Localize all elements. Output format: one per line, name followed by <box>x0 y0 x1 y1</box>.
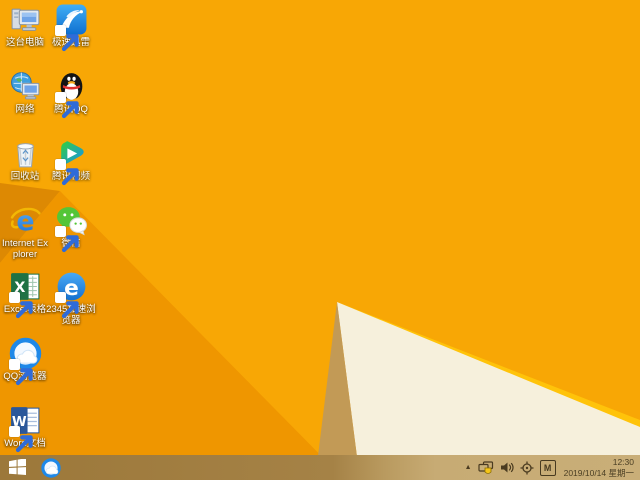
pc-security-status-icon[interactable] <box>477 455 494 480</box>
clock-date: 2019/10/14 星期一 <box>563 467 634 478</box>
desktop-icon-label: 网络 <box>15 104 35 115</box>
xunlei-icon <box>54 3 88 52</box>
volume-icon[interactable] <box>500 455 514 480</box>
shortcut-arrow-icon <box>54 226 79 253</box>
desktop-icon-tencent-video[interactable]: 腾讯视频 <box>46 137 96 186</box>
windows-logo-icon <box>8 459 26 476</box>
desktop-icon-2345-browser[interactable]: e 2345加速浏览器 <box>46 270 96 327</box>
2345-browser-icon: e <box>54 270 88 319</box>
system-tray: ▲ M 12:30 2019/10/14 星期一 <box>465 455 638 480</box>
ime-indicator[interactable]: M <box>539 459 556 476</box>
desktop-icon-network[interactable]: 网络 <box>0 70 50 116</box>
start-button[interactable] <box>0 455 34 480</box>
qq-penguin-icon <box>54 70 88 119</box>
shortcut-arrow-icon <box>8 426 33 453</box>
qq-browser-icon <box>41 457 61 478</box>
qq-browser-icon <box>8 337 42 386</box>
show-hidden-icons-button[interactable]: ▲ <box>465 455 472 480</box>
desktop-icon-label: 回收站 <box>10 171 40 182</box>
desktop-icon-wechat[interactable]: 微信 <box>46 204 96 253</box>
desktop-icon-excel[interactable]: X Excel表格 <box>0 270 50 319</box>
desktop-icon-label: 这台电脑 <box>5 37 44 48</box>
desktop-icon-tencent-qq[interactable]: 腾讯QQ <box>46 70 96 119</box>
word-icon: W <box>8 404 42 453</box>
shortcut-arrow-icon <box>54 25 79 52</box>
recycle-bin-icon <box>9 137 42 170</box>
shortcut-arrow-icon <box>8 292 33 319</box>
network-icon <box>9 70 42 103</box>
wechat-icon <box>54 204 88 253</box>
crosshair-icon[interactable] <box>520 455 534 480</box>
excel-icon: X <box>8 270 42 319</box>
desktop-icon-this-pc[interactable]: 这台电脑 <box>0 3 50 49</box>
shortcut-arrow-icon <box>54 92 79 119</box>
desktop-icon-internet-explorer[interactable]: e Internet Explorer <box>0 204 50 261</box>
desktop-icon-label: Internet Explorer <box>2 238 48 260</box>
desktop-icon-xunlei[interactable]: 极速迅雷 <box>46 3 96 52</box>
this-pc-icon <box>9 3 42 36</box>
taskbar-qq-browser-button[interactable] <box>34 455 68 480</box>
wallpaper <box>0 0 640 480</box>
tencent-video-icon <box>54 137 88 186</box>
clock-time: 12:30 <box>612 456 634 467</box>
desktop-icon-recycle-bin[interactable]: 回收站 <box>0 137 50 183</box>
desktop-icon-qq-browser[interactable]: QQ浏览器 <box>0 337 50 386</box>
internet-explorer-icon: e <box>9 204 42 237</box>
desktop-icon-word[interactable]: W Word文档 <box>0 404 50 453</box>
shortcut-arrow-icon <box>54 159 79 186</box>
desktop: 这台电脑 极速迅雷 网络 腾讯QQ 回收站 腾讯视频 e Internet Ex… <box>0 0 640 480</box>
clock[interactable]: 12:30 2019/10/14 星期一 <box>564 457 634 478</box>
shortcut-arrow-icon <box>54 292 79 319</box>
taskbar: ▲ M 12:30 2019/10/14 星期一 <box>0 455 640 480</box>
shortcut-arrow-icon <box>8 359 33 386</box>
